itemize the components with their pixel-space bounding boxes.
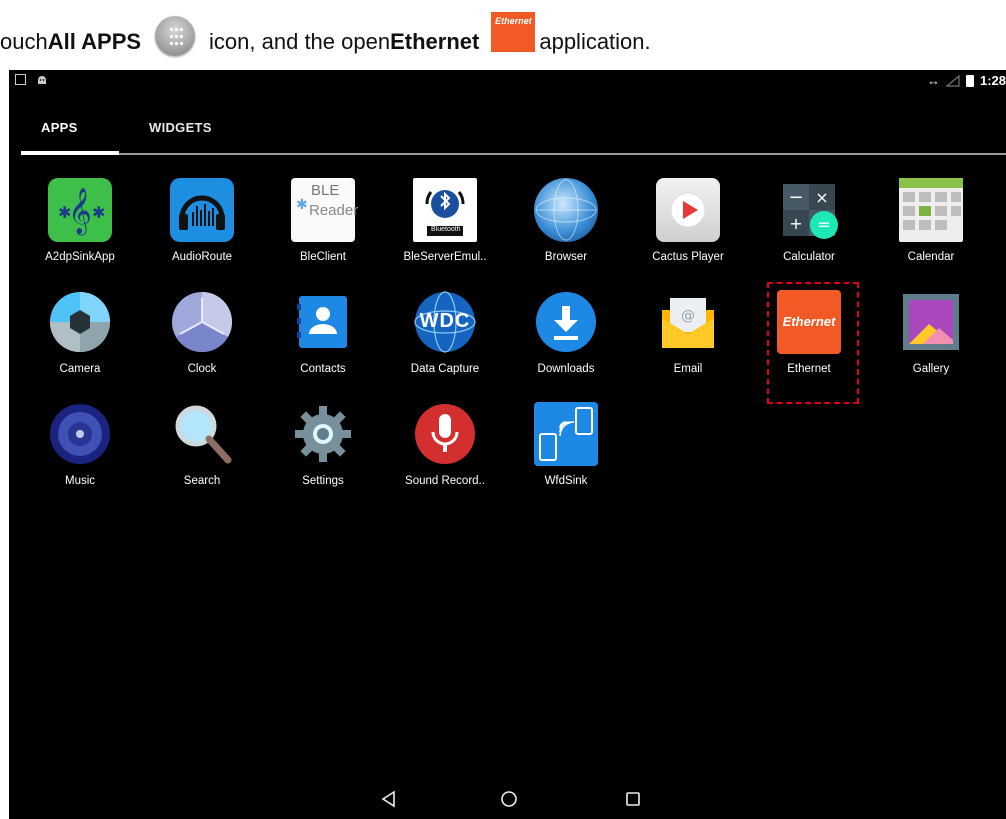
app-label: Downloads [537,363,595,375]
app-label: A2dpSinkApp [45,251,115,263]
a2dp-sink-icon: 𝄞 ✱ ✱ [48,178,112,242]
app-music[interactable]: Music [23,402,137,487]
app-bleclient[interactable]: BLE Reader ✱ BleClient [266,178,380,263]
email-icon: @ [656,290,720,354]
app-label: Gallery [912,363,950,375]
app-audioroute[interactable]: AudioRoute [145,178,259,263]
caption-all-apps: All APPS [47,29,142,54]
battery-icon [965,74,974,87]
app-label: Cactus Player [652,251,724,263]
back-button[interactable] [377,787,401,811]
calculator-icon: − × + = [777,178,841,242]
ble-client-icon: BLE Reader ✱ [291,178,358,242]
settings-icon [291,402,355,466]
app-label: Clock [187,363,217,375]
app-label: Settings [302,475,344,487]
tab-apps[interactable]: APPS [41,120,78,135]
tab-widgets[interactable]: WIDGETS [149,120,212,135]
calendar-icon [899,178,963,242]
search-icon [170,402,234,466]
app-label: Contacts [300,363,346,375]
app-camera[interactable]: Camera [23,290,137,375]
no-signal-icon [945,74,960,87]
app-email[interactable]: @ Email [631,290,745,375]
app-sound-recorder[interactable]: Sound Record.. [388,402,502,487]
app-search[interactable]: Search [145,402,259,487]
svg-text:@: @ [681,308,695,324]
app-label: Calendar [907,251,955,263]
status-time: 1:28 [979,73,1006,88]
data-arrows-icon: ↔ [926,73,940,88]
svg-text:+: + [789,214,802,233]
svg-text:=: = [817,215,830,234]
app-calendar[interactable]: Calendar [874,178,988,263]
android-icon [38,76,46,84]
app-downloads[interactable]: Downloads [509,290,623,375]
ethernet-highlight-box [767,282,859,404]
app-label: Data Capture [410,363,480,375]
app-label: Music [64,475,96,487]
app-browser[interactable]: Browser [509,178,623,263]
back-icon [381,790,395,808]
app-label: Sound Record.. [405,475,485,487]
navigation-bar [9,779,1006,819]
music-icon [48,402,112,466]
caption-suffix: application. [539,29,651,54]
cactus-player-icon [656,178,720,242]
svg-text:✱: ✱ [58,203,71,222]
clock-icon [170,290,234,354]
app-label: WfdSink [544,475,588,487]
app-label: Email [673,363,703,375]
app-data-capture[interactable]: WDC Data Capture [388,290,502,375]
drawer-tabs: APPS WIDGETS [21,116,1006,158]
recent-apps-icon [626,792,640,806]
data-capture-icon: WDC [413,290,477,354]
device-screen: ↔ 1:28 APPS WIDGETS 𝄞 ✱ ✱ A2dpSinkApp Audi… [9,70,1006,819]
svg-text:✱: ✱ [92,203,105,222]
sound-recorder-icon [413,402,477,466]
ethernet-mini-icon: Ethernet [491,12,536,52]
app-cactus-player[interactable]: Cactus Player [631,178,745,263]
wfd-sink-icon [534,402,598,466]
app-settings[interactable]: Settings [266,402,380,487]
gallery-icon [899,290,963,354]
app-label: AudioRoute [171,251,233,263]
instruction-caption: ouch All APPS icon, and the open Etherne… [0,12,651,64]
screenshot-icon [15,74,26,85]
app-label: Camera [59,363,101,375]
app-label: Browser [544,251,588,263]
caption-middle: icon, and the open [209,29,391,54]
app-clock[interactable]: Clock [145,290,259,375]
app-calculator[interactable]: − × + = Calculator [752,178,866,263]
app-label: BleServerEmul.. [403,251,487,263]
downloads-icon [534,290,598,354]
home-button[interactable] [497,787,521,811]
status-bar: ↔ 1:28 [9,70,1006,94]
browser-icon [534,178,598,242]
tab-divider [21,153,1006,155]
all-apps-icon [155,16,196,56]
caption-ethernet: Ethernet [390,29,480,54]
app-bleserveremul[interactable]: Bluetooth BleServerEmul.. [388,178,502,263]
recent-apps-button[interactable] [621,787,645,811]
app-label: Search [183,475,221,487]
svg-text:×: × [815,188,828,207]
svg-text:𝄞: 𝄞 [68,188,92,236]
app-contacts[interactable]: Contacts [266,290,380,375]
ble-server-icon: Bluetooth [413,178,477,242]
app-a2dpsinkapp[interactable]: 𝄞 ✱ ✱ A2dpSinkApp [23,178,137,263]
svg-text:−: − [788,187,803,208]
app-wfdsink[interactable]: WfdSink [509,402,623,487]
app-label: Calculator [783,251,835,263]
audio-route-icon [170,178,234,242]
home-icon [501,791,517,807]
app-gallery[interactable]: Gallery [874,290,988,375]
camera-icon [48,290,112,354]
caption-prefix: ouch [0,29,48,54]
app-label: BleClient [299,251,347,263]
contacts-icon [291,290,355,354]
tab-active-indicator [21,151,119,155]
